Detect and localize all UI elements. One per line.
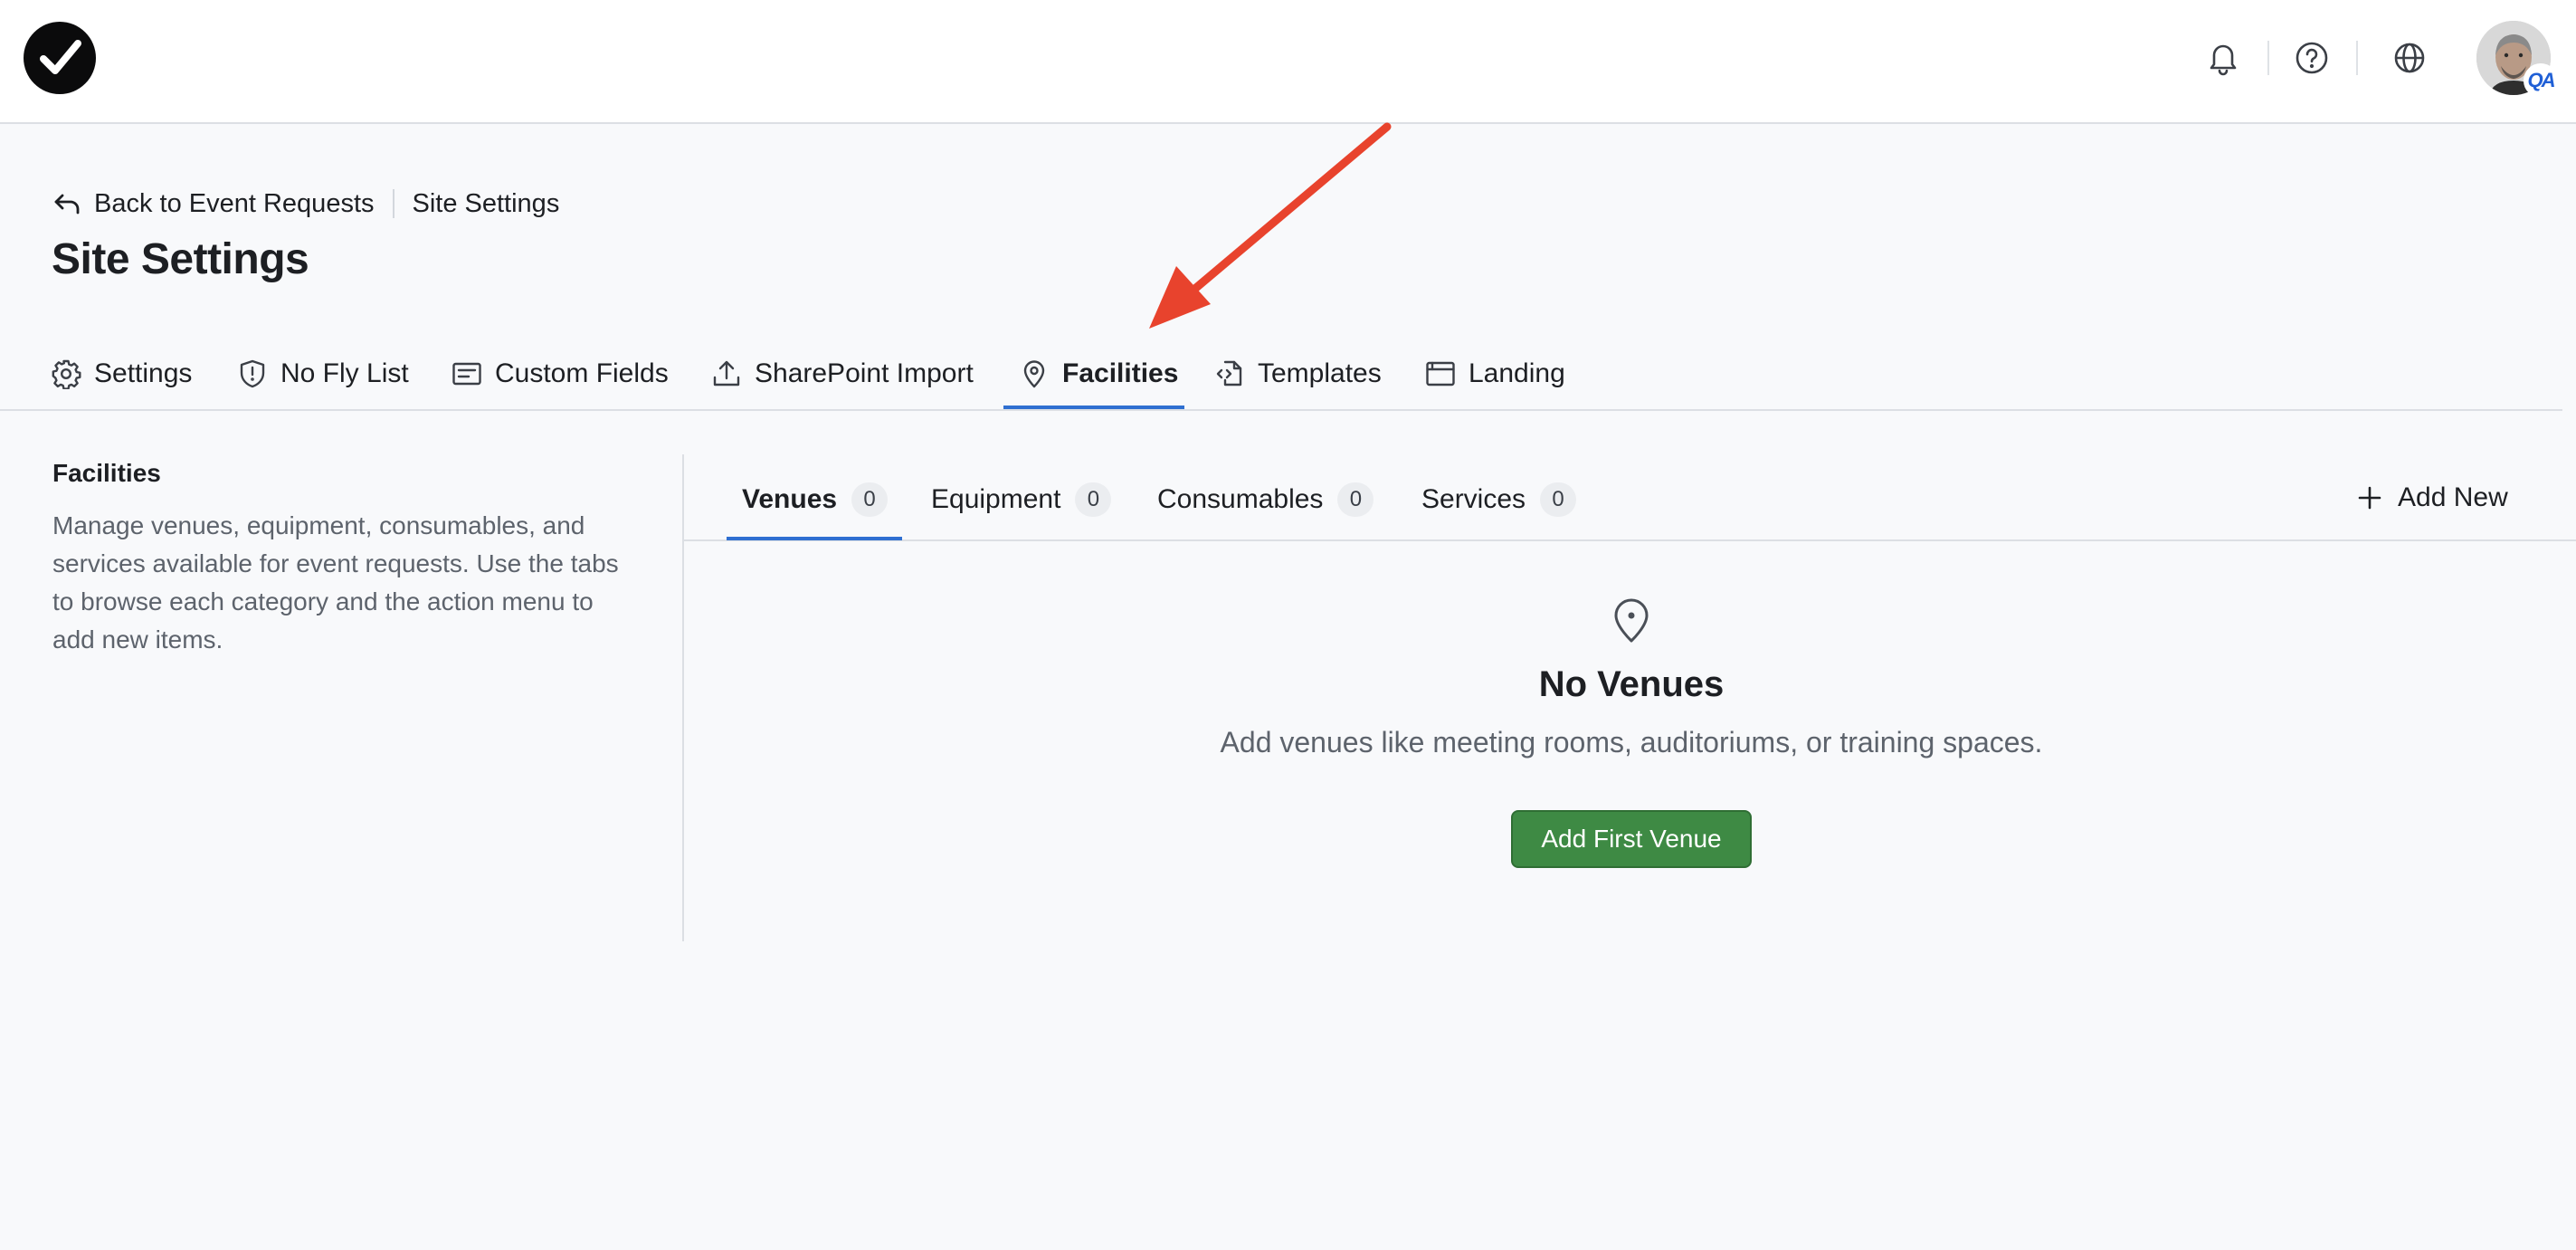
active-subtab-indicator [727,537,902,540]
add-new-button[interactable]: Add New [2356,480,2508,516]
form-fields-icon [452,358,482,389]
help-circle-icon[interactable] [2290,36,2334,80]
file-code-icon [1214,358,1245,389]
subtab-label: Venues [742,484,838,514]
subtab-equipment[interactable]: Equipment 0 [931,460,1112,539]
tab-landing[interactable]: Landing [1425,337,1565,411]
main-tab-bar: Settings No Fly List Custom Fields Share… [0,337,2562,411]
section-heading: Facilities [52,459,161,487]
back-link[interactable]: Back to Event Requests [51,187,375,220]
subtab-venues[interactable]: Venues 0 [742,460,889,539]
tab-custom-fields[interactable]: Custom Fields [452,337,669,411]
qa-badge: QA [2524,63,2558,98]
toolbar-divider [2356,41,2358,75]
tab-no-fly-list[interactable]: No Fly List [237,337,409,411]
tab-templates[interactable]: Templates [1214,337,1382,411]
subtab-label: Consumables [1157,484,1324,514]
breadcrumb-divider [392,189,394,218]
add-new-label: Add New [2398,482,2508,512]
toolbar-divider [2267,41,2269,75]
breadcrumb: Back to Event Requests Site Settings [51,186,559,222]
subtab-consumables[interactable]: Consumables 0 [1157,460,1374,539]
count-badge: 0 [1075,482,1112,517]
plus-icon [2356,484,2383,511]
sub-tab-bar: Venues 0 Equipment 0 Consumables 0 Servi… [684,460,2576,541]
map-pin-icon [1019,358,1050,389]
browser-window-icon [1425,358,1456,389]
active-tab-indicator [1003,406,1184,409]
annotation-arrow-icon [1131,118,1402,335]
globe-icon[interactable] [2388,36,2431,80]
page-title: Site Settings [52,235,309,283]
tab-label: Facilities [1062,358,1179,388]
breadcrumb-current: Site Settings [412,188,560,218]
back-arrow-icon [51,187,83,220]
subtab-services[interactable]: Services 0 [1421,460,1577,539]
count-badge: 0 [1337,482,1374,517]
section-description: Manage venues, equipment, consumables, a… [52,511,619,654]
tab-facilities[interactable]: Facilities [1019,337,1178,411]
subtab-label: Services [1421,484,1526,514]
tab-sharepoint-import[interactable]: SharePoint Import [711,337,974,411]
tab-label: Settings [94,358,193,388]
top-bar: QA [0,0,2576,124]
tab-settings[interactable]: Settings [51,337,192,411]
back-link-label: Back to Event Requests [94,188,375,218]
subtab-label: Equipment [931,484,1061,514]
empty-state-title: No Venues [1538,664,1725,704]
tab-label: Custom Fields [495,358,669,388]
tab-label: SharePoint Import [755,358,974,388]
tab-label: Landing [1469,358,1565,388]
tab-label: Templates [1258,358,1382,388]
gear-icon [51,358,81,389]
count-badge: 0 [851,482,889,517]
tab-label: No Fly List [280,358,409,388]
upload-icon [711,358,742,389]
count-badge: 0 [1540,482,1577,517]
map-pin-icon [1611,597,1652,644]
empty-state-description: Add venues like meeting rooms, auditoriu… [1220,726,2043,759]
bell-icon[interactable] [2201,36,2245,80]
add-first-venue-button[interactable]: Add First Venue [1511,810,1752,868]
checkmark-circle-logo-icon[interactable] [24,22,96,94]
shield-alert-icon [237,358,268,389]
